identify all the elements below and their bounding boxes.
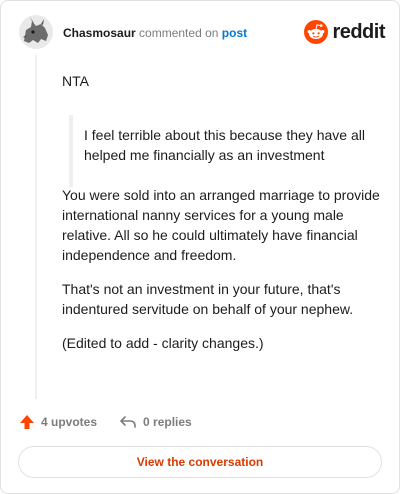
upvote-count: 4 upvotes	[41, 415, 98, 429]
quote-bar	[69, 115, 73, 187]
view-conversation-button[interactable]: View the conversation	[18, 446, 382, 478]
comment-intro: NTA	[62, 73, 89, 89]
reply-count: 0 replies	[143, 415, 192, 429]
embed-card: Chasmosaur commented on post reddit NTA	[0, 0, 400, 494]
quote-text: I feel terrible about this because they …	[84, 127, 365, 163]
comment-paragraph: That's not an investment in your future,…	[62, 281, 354, 317]
comment-paragraph: You were sold into an arranged marriage …	[62, 187, 380, 263]
thread-line	[35, 55, 37, 399]
blockquote: I feel terrible about this because they …	[62, 115, 382, 187]
logo-wordmark: reddit	[332, 20, 385, 43]
comment-header: Chasmosaur commented on post reddit	[19, 15, 385, 51]
comment-paragraph: (Edited to add - clarity changes.)	[62, 335, 264, 351]
action-text: commented on	[139, 26, 219, 40]
reddit-logo-icon	[304, 20, 329, 44]
reply-button[interactable]: 0 replies	[119, 414, 192, 430]
upvote-icon	[20, 415, 34, 429]
post-link[interactable]: post	[222, 26, 247, 40]
reddit-logo[interactable]: reddit	[304, 18, 385, 46]
comment-footer: 4 upvotes 0 replies	[19, 411, 214, 433]
upvote-button[interactable]: 4 upvotes	[19, 414, 97, 430]
reply-icon	[120, 416, 136, 428]
username-link[interactable]: Chasmosaur	[63, 26, 136, 40]
comment-meta: Chasmosaur commented on post	[63, 26, 247, 40]
view-conversation-label: View the conversation	[136, 455, 264, 469]
avatar[interactable]	[19, 15, 53, 49]
comment-body: NTA I feel terrible about this because t…	[62, 71, 382, 367]
